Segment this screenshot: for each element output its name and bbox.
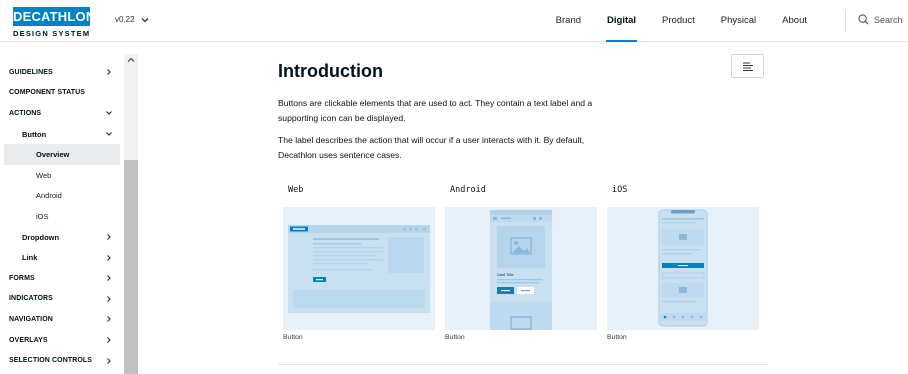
android-preview-image[interactable]: Card Title <box>445 207 597 330</box>
main-content: Introduction Buttons are clickable eleme… <box>138 42 908 374</box>
sidebar-item-overview[interactable]: Overview <box>4 144 120 165</box>
chevron-right-icon <box>107 275 111 282</box>
sidebar-item-button[interactable]: Button <box>0 124 124 145</box>
sidebar-item-indicators[interactable]: INDICATORS <box>0 289 124 310</box>
nav-physical[interactable]: Physical <box>708 0 769 41</box>
nav-product[interactable]: Product <box>649 0 708 41</box>
table-of-contents-button[interactable] <box>731 54 764 78</box>
chevron-right-icon <box>107 234 111 240</box>
sidebar-item-label: iOS <box>36 211 49 221</box>
ios-preview-image[interactable] <box>607 207 759 330</box>
logo-subtitle: DESIGN SYSTEM <box>13 29 91 38</box>
decathlon-logo[interactable]: DECATHLON DESIGN SYSTEM <box>13 7 96 38</box>
ios-preview-card: iOS Button <box>607 185 759 341</box>
sidebar-item-label: FORMS <box>9 274 35 282</box>
sidebar-item-label: Web <box>36 170 52 180</box>
main-nav: Brand Digital Product Physical About <box>543 0 820 42</box>
sidebar-item-link[interactable]: Link <box>0 247 124 268</box>
sidebar-item-label: NAVIGATION <box>9 315 53 323</box>
sidebar-item-dropdown[interactable]: Dropdown <box>0 227 124 248</box>
chevron-right-icon <box>107 69 111 76</box>
sidebar-menu: GUIDELINES COMPONENT STATUS ACTIONS Button O… <box>0 62 124 371</box>
search-label: Search <box>874 14 903 25</box>
sidebar-item-label: ACTIONS <box>9 109 42 117</box>
sidebar-item-component-status[interactable]: COMPONENT STATUS <box>0 83 124 104</box>
sidebar-item-label: COMPONENT STATUS <box>9 89 86 97</box>
nav-divider <box>845 10 846 32</box>
card-label-android: Android <box>450 185 486 195</box>
sidebar-item-overlays[interactable]: OVERLAYS <box>0 330 124 351</box>
chevron-right-icon <box>107 254 111 261</box>
sidebar-item-android[interactable]: Android <box>0 186 124 207</box>
chevron-right-icon <box>107 295 111 302</box>
android-mockup-illustration: Card Title <box>490 210 552 330</box>
sidebar-item-guidelines[interactable]: GUIDELINES <box>0 62 124 83</box>
card-caption-ios: Button <box>607 334 627 341</box>
chevron-right-icon <box>107 316 111 323</box>
sidebar-item-label: INDICATORS <box>9 295 53 303</box>
top-header: DECATHLON DESIGN SYSTEM v0.22 Brand Digi… <box>0 0 908 42</box>
version-selector[interactable]: v0.22 <box>115 15 149 24</box>
sidebar-item-forms[interactable]: FORMS <box>0 268 124 289</box>
search-icon <box>858 14 869 25</box>
menu-lines-icon <box>742 62 753 71</box>
sidebar-item-label: SELECTION CONTROLS <box>9 357 93 365</box>
sidebar-item-actions[interactable]: ACTIONS <box>0 103 124 124</box>
chevron-down-icon <box>106 132 112 136</box>
chevron-down-icon <box>106 111 112 116</box>
page-title: Introduction <box>278 61 383 81</box>
card-label-ios: iOS <box>612 185 628 195</box>
card-caption-android: Button <box>445 334 465 341</box>
sidebar-item-label: OVERLAYS <box>9 336 48 344</box>
web-mockup-illustration <box>288 225 430 313</box>
chevron-right-icon <box>107 357 111 364</box>
sidebar-item-label: Android <box>36 191 62 201</box>
card-caption-web: Button <box>283 334 303 341</box>
intro-paragraph-2: The label describes the action that will… <box>278 135 585 160</box>
web-preview-card: Web Button <box>283 185 435 341</box>
scrollbar-thumb[interactable] <box>124 160 138 374</box>
sidebar: GUIDELINES COMPONENT STATUS ACTIONS Button O… <box>0 42 138 374</box>
chevron-down-icon <box>141 17 149 22</box>
nav-about[interactable]: About <box>769 0 820 41</box>
sidebar-item-label: Button <box>22 129 47 139</box>
android-preview-card: Android Card Title Button <box>445 185 597 341</box>
sidebar-item-selection-controls[interactable]: SELECTION CONTROLS <box>0 350 124 371</box>
card-label-web: Web <box>288 185 304 195</box>
section-divider <box>278 364 768 365</box>
android-card-title: Card Title <box>497 273 514 277</box>
nav-brand[interactable]: Brand <box>543 0 594 41</box>
logo-wordmark: DECATHLON <box>13 7 96 26</box>
web-preview-image[interactable] <box>283 207 435 330</box>
sidebar-item-label: Overview <box>36 150 70 160</box>
scroll-up-icon[interactable] <box>126 55 136 65</box>
version-label: v0.22 <box>115 15 135 24</box>
intro-paragraph-1: Buttons are clickable elements that are … <box>278 98 593 123</box>
sidebar-item-ios[interactable]: iOS <box>0 206 124 227</box>
chevron-right-icon <box>107 337 111 343</box>
search-button[interactable]: Search <box>858 14 903 25</box>
sidebar-item-label: GUIDELINES <box>9 68 53 76</box>
sidebar-item-label: Dropdown <box>22 232 60 242</box>
ios-mockup-illustration <box>658 209 708 327</box>
sidebar-item-navigation[interactable]: NAVIGATION <box>0 309 124 330</box>
sidebar-item-web[interactable]: Web <box>0 165 124 186</box>
nav-digital[interactable]: Digital <box>594 0 649 42</box>
sidebar-item-label: Link <box>22 253 38 263</box>
